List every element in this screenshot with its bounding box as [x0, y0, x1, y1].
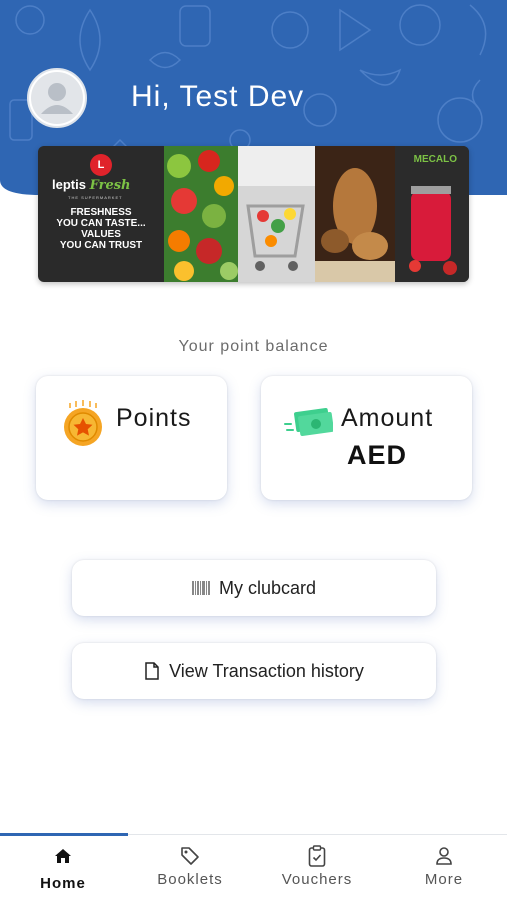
- tagline-line: VALUES: [81, 229, 121, 240]
- amount-currency: AED: [347, 440, 408, 470]
- home-icon: [55, 849, 71, 863]
- tab-vouchers[interactable]: Vouchers: [254, 835, 380, 901]
- tab-home[interactable]: Home: [0, 835, 126, 901]
- points-card[interactable]: Points: [36, 376, 227, 500]
- banner-logo-panel: L leptis Fresh THE SUPERMARKET FRESHNESS…: [38, 146, 164, 282]
- banner-brand-fresh: Fresh: [89, 178, 131, 193]
- tagline-line: YOU CAN TRUST: [59, 240, 143, 251]
- vegetables-image: [164, 146, 238, 282]
- document-icon: [145, 662, 159, 680]
- banner-brand: leptis Fresh: [52, 177, 131, 193]
- promo-banner[interactable]: L leptis Fresh THE SUPERMARKET FRESHNESS…: [38, 146, 469, 282]
- my-clubcard-label: My clubcard: [218, 577, 317, 598]
- point-balance-label: Your point balance: [178, 338, 329, 355]
- banner-partner: MECALO: [413, 154, 457, 165]
- view-transaction-history-label: View Transaction history: [169, 660, 364, 681]
- avatar[interactable]: [27, 68, 87, 128]
- greeting: Hi, Test Dev: [131, 80, 305, 113]
- smoothie-image: [395, 146, 469, 282]
- amount-title: Amount: [341, 404, 434, 432]
- banner-tagline: FRESHNESS YOU CAN TASTE... VALUES YOU CA…: [42, 207, 160, 251]
- person-icon: [436, 847, 452, 865]
- coin-icon: [64, 400, 102, 446]
- my-clubcard-button[interactable]: My clubcard: [72, 560, 436, 616]
- view-transaction-history-button[interactable]: View Transaction history: [72, 643, 436, 699]
- tagline-line: YOU CAN TASTE...: [56, 218, 146, 229]
- barcode-icon: [191, 581, 210, 595]
- bread-image: [315, 146, 395, 282]
- clipboard-check-icon: [308, 845, 326, 867]
- tab-booklets[interactable]: Booklets: [127, 835, 253, 901]
- tab-home-label: Home: [40, 875, 86, 892]
- tab-more[interactable]: More: [381, 835, 507, 901]
- shopping-cart-image: [238, 146, 315, 282]
- banner-brand-sub: THE SUPERMARKET: [68, 195, 123, 200]
- amount-card[interactable]: Amount AED: [261, 376, 472, 500]
- tab-vouchers-label: Vouchers: [281, 871, 353, 888]
- leptis-logo-icon: L: [90, 154, 112, 176]
- bottom-tab-bar: Home Booklets Vouchers More: [0, 833, 507, 901]
- tagline-line: FRESHNESS: [70, 207, 132, 218]
- user-avatar-icon: [31, 72, 83, 124]
- tab-booklets-label: Booklets: [157, 871, 223, 888]
- banner-brand-name: leptis: [52, 177, 86, 192]
- money-icon: [284, 407, 333, 437]
- tag-icon: [181, 847, 199, 865]
- points-title: Points: [116, 404, 192, 432]
- tab-more-label: More: [424, 871, 464, 888]
